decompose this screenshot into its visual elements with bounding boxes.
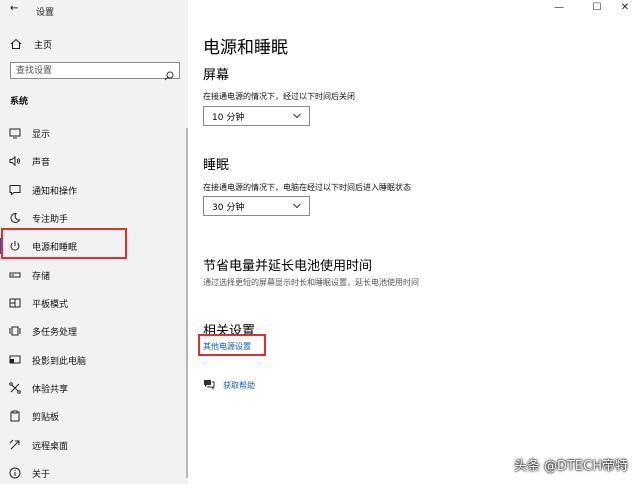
sidebar-item-clipboard[interactable]: 剪贴板 — [0, 404, 186, 428]
sidebar-item-label: 声音 — [32, 157, 51, 168]
section-label-system: 系统 — [10, 97, 29, 107]
sidebar-item-focus-assist[interactable]: 专注助手 — [0, 206, 186, 230]
search-icon[interactable] — [164, 66, 174, 80]
notification-icon — [8, 183, 22, 197]
sidebar-item-tablet-mode[interactable]: 平板模式 — [0, 291, 186, 315]
window-title: 设置 — [36, 8, 55, 18]
info-icon — [8, 466, 22, 480]
remote-icon — [8, 438, 22, 452]
screen-heading: 屏幕 — [203, 68, 230, 83]
sidebar-item-about[interactable]: 关于 — [0, 461, 186, 485]
sidebar-item-label: 专注助手 — [32, 214, 69, 225]
sidebar-item-label: 投影到此电脑 — [32, 356, 87, 367]
clipboard-icon — [8, 409, 22, 423]
battery-description: 通过选择更短的屏幕显示时长和睡眠设置，延长电池使用时间 — [203, 278, 419, 287]
sidebar-item-label: 多任务处理 — [32, 327, 78, 338]
power-icon — [8, 239, 22, 253]
sidebar-home[interactable]: 主页 — [10, 37, 52, 51]
sidebar-item-project[interactable]: 投影到此电脑 — [0, 348, 186, 372]
close-button[interactable]: ✕ — [616, 2, 634, 13]
sidebar: ← 设置 主页 系统 显示 声音 通知和操作 专注助手 电源和睡眠 存储 — [0, 0, 188, 484]
active-indicator — [0, 238, 3, 254]
sidebar-item-storage[interactable]: 存储 — [0, 263, 186, 287]
additional-power-settings-link[interactable]: 其他电源设置 — [203, 341, 251, 352]
sidebar-item-label: 关于 — [32, 469, 51, 480]
chevron-down-icon — [293, 203, 301, 209]
page-title: 电源和睡眠 — [203, 38, 288, 58]
multitask-icon — [8, 324, 22, 338]
sidebar-item-power-sleep[interactable]: 电源和睡眠 — [0, 234, 186, 258]
sidebar-item-label: 剪贴板 — [32, 412, 60, 423]
maximize-button[interactable]: ☐ — [588, 2, 606, 13]
search-box[interactable] — [10, 62, 180, 80]
sidebar-item-sound[interactable]: 声音 — [0, 149, 186, 173]
sidebar-item-display[interactable]: 显示 — [0, 121, 186, 145]
dropdown-value: 30 分钟 — [212, 202, 245, 213]
sidebar-item-remote-desktop[interactable]: 远程桌面 — [0, 433, 186, 457]
share-icon — [8, 381, 22, 395]
sidebar-item-label: 远程桌面 — [32, 441, 69, 452]
battery-heading: 节省电量并延长电池使用时间 — [203, 259, 373, 274]
moon-icon — [8, 211, 22, 225]
home-icon — [10, 38, 24, 50]
sidebar-item-label: 体验共享 — [32, 384, 69, 395]
search-input[interactable] — [16, 63, 164, 78]
screen-timeout-dropdown[interactable]: 10 分钟 — [203, 106, 310, 126]
minimize-button[interactable]: — — [550, 2, 568, 13]
sleep-timeout-dropdown[interactable]: 30 分钟 — [203, 196, 310, 216]
display-icon — [8, 126, 22, 140]
help-chat-icon — [204, 380, 215, 390]
sidebar-item-label: 平板模式 — [32, 299, 69, 310]
project-icon — [8, 353, 22, 367]
storage-icon — [8, 268, 22, 282]
speaker-icon — [8, 154, 22, 168]
sidebar-item-label: 显示 — [32, 129, 51, 140]
back-arrow-icon[interactable]: ← — [10, 3, 18, 14]
related-settings-heading: 相关设置 — [203, 324, 256, 339]
sleep-description: 在接通电源的情况下，电脑在经过以下时间后进入睡眠状态 — [203, 183, 411, 192]
main-content: — ☐ ✕ 电源和睡眠 屏幕 在接通电源的情况下，经过以下时间后关闭 10 分钟… — [188, 0, 640, 484]
sleep-heading: 睡眠 — [203, 158, 230, 173]
tablet-icon — [8, 296, 22, 310]
home-label: 主页 — [34, 40, 53, 51]
screen-description: 在接通电源的情况下，经过以下时间后关闭 — [203, 92, 355, 101]
sidebar-item-notifications[interactable]: 通知和操作 — [0, 178, 186, 202]
watermark: 头条 @DTECH帝特 — [513, 459, 628, 474]
chevron-down-icon — [293, 113, 301, 119]
get-help-link[interactable]: 获取帮助 — [223, 380, 255, 391]
sidebar-item-shared-experiences[interactable]: 体验共享 — [0, 376, 186, 400]
sidebar-item-label: 通知和操作 — [32, 186, 78, 197]
dropdown-value: 10 分钟 — [212, 112, 245, 123]
sidebar-item-label: 存储 — [32, 271, 51, 282]
sidebar-item-multitasking[interactable]: 多任务处理 — [0, 319, 186, 343]
sidebar-item-label: 电源和睡眠 — [32, 242, 78, 253]
